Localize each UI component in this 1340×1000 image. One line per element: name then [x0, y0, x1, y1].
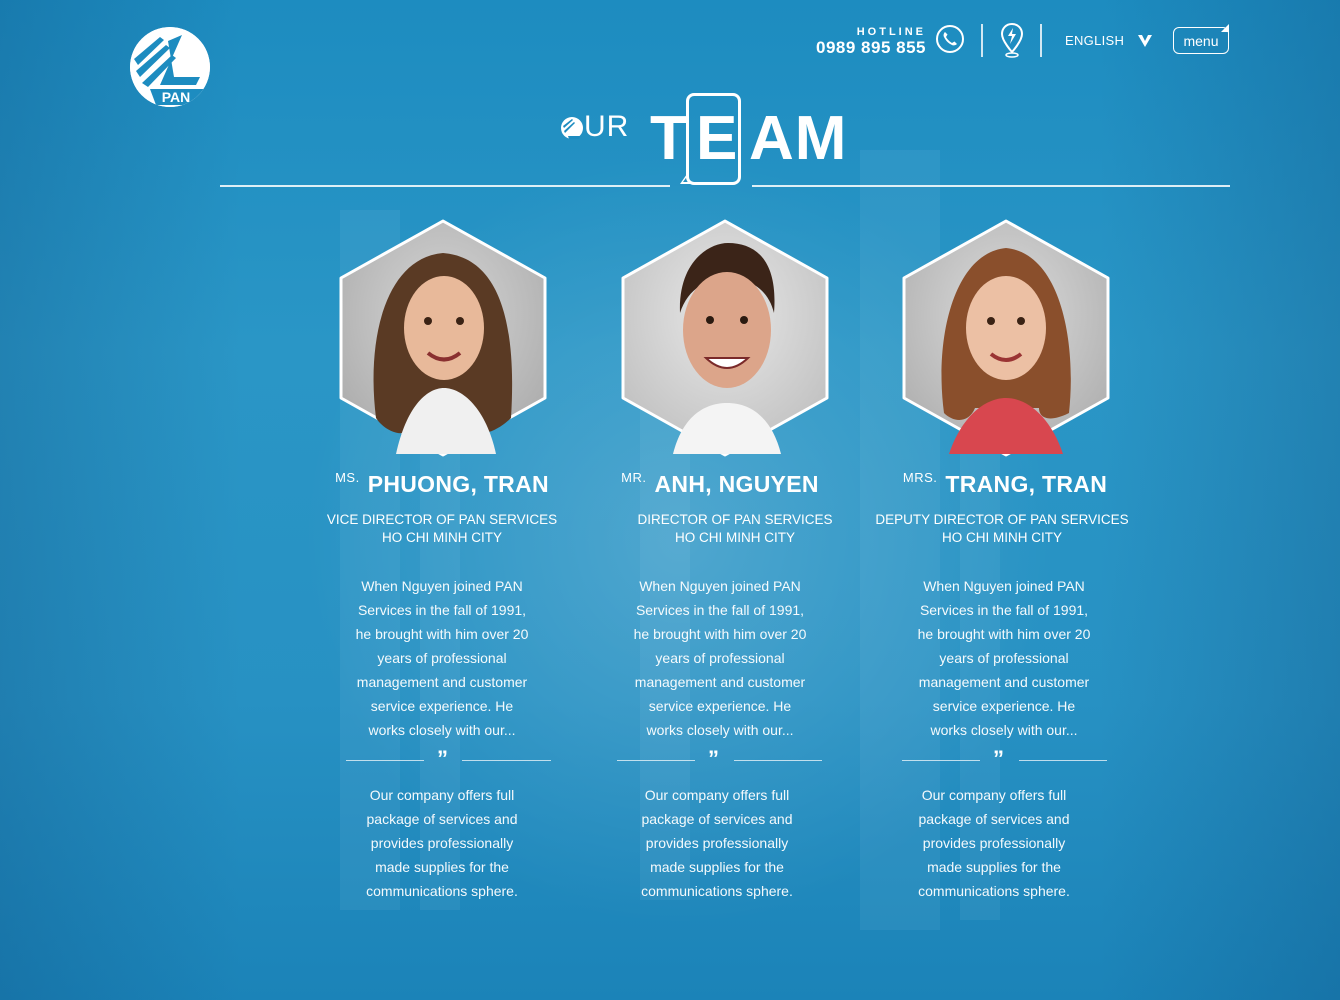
- member-role-title: DEPUTY DIRECTOR OF PAN SERVICES: [875, 512, 1129, 527]
- mini-logo-icon: [680, 174, 692, 184]
- menu-button[interactable]: menu: [1173, 24, 1229, 54]
- title-team-t: T: [650, 104, 688, 173]
- menu-label: menu: [1183, 32, 1219, 49]
- member-photo: [899, 218, 1113, 458]
- quote-divider: ”: [852, 746, 1152, 771]
- quote-rule: [902, 760, 980, 761]
- header-divider: [981, 24, 983, 57]
- quote-mark-icon: ”: [708, 746, 719, 771]
- quote-rule: [617, 760, 695, 761]
- chevron-down-icon: [1138, 34, 1153, 47]
- title-rule-right: [752, 185, 1230, 187]
- quote-divider: ”: [570, 746, 870, 771]
- svg-text:PAN: PAN: [162, 89, 191, 105]
- member-prefix: MS.: [335, 470, 360, 485]
- quote-rule: [1019, 760, 1107, 761]
- member-name-row: MR. ANH, NGUYEN: [570, 470, 870, 498]
- title-team-am: AM: [749, 104, 848, 173]
- quote-rule: [462, 760, 551, 761]
- member-prefix: MR.: [621, 470, 647, 485]
- member-name: TRANG, TRAN: [945, 471, 1108, 497]
- member-role: DEPUTY DIRECTOR OF PAN SERVICES HO CHI M…: [852, 511, 1152, 547]
- member-bio: When Nguyen joined PAN Services in the f…: [633, 578, 807, 738]
- member-role-city: HO CHI MINH CITY: [942, 530, 1062, 545]
- quote-mark-icon: ”: [993, 746, 1004, 771]
- pan-logo[interactable]: PAN: [130, 27, 210, 107]
- section-title: UR T E AM: [558, 92, 858, 192]
- header-divider: [1040, 24, 1042, 57]
- phone-icon[interactable]: [935, 24, 965, 54]
- hotline-number[interactable]: 0989 895 855: [816, 38, 926, 58]
- member-prefix: MRS.: [902, 470, 938, 485]
- language-selector[interactable]: ENGLISH: [1065, 33, 1153, 48]
- member-role-city: HO CHI MINH CITY: [675, 530, 795, 545]
- member-name: PHUONG, TRAN: [367, 471, 549, 497]
- member-role-title: DIRECTOR OF PAN SERVICES: [637, 512, 833, 527]
- member-quote: Our company offers full package of servi…: [918, 787, 1070, 899]
- member-quote: Our company offers full package of servi…: [366, 787, 518, 899]
- map-pin-icon[interactable]: [1000, 22, 1024, 58]
- member-name-row: MS. PHUONG, TRAN: [292, 470, 592, 498]
- member-photo: [618, 218, 832, 458]
- quote-divider: ”: [292, 746, 592, 771]
- member-role: DIRECTOR OF PAN SERVICES HO CHI MINH CIT…: [585, 511, 885, 547]
- pan-logo-mark-icon: PAN: [130, 27, 210, 107]
- menu-corner-icon: [1221, 24, 1229, 32]
- member-role-title: VICE DIRECTOR OF PAN SERVICES: [326, 512, 558, 527]
- member-role: VICE DIRECTOR OF PAN SERVICES HO CHI MIN…: [292, 511, 592, 547]
- title-rule-left: [220, 185, 670, 187]
- member-name: ANH, NGUYEN: [654, 471, 819, 497]
- member-bio: When Nguyen joined PAN Services in the f…: [355, 578, 529, 738]
- member-photo: [336, 218, 550, 458]
- our-o-logo-icon: [561, 117, 583, 139]
- quote-rule: [346, 760, 424, 761]
- member-name-row: MRS. TRANG, TRAN: [855, 470, 1155, 498]
- language-label: ENGLISH: [1065, 33, 1125, 48]
- title-team-e: E: [696, 104, 738, 173]
- member-quote: Our company offers full package of servi…: [641, 787, 793, 899]
- quote-rule: [734, 760, 822, 761]
- member-bio: When Nguyen joined PAN Services in the f…: [917, 578, 1091, 738]
- member-role-city: HO CHI MINH CITY: [382, 530, 502, 545]
- quote-mark-icon: ”: [437, 746, 448, 771]
- title-our: UR: [584, 110, 630, 143]
- hotline-label: HOTLINE: [856, 26, 926, 38]
- hotline[interactable]: HOTLINE 0989 895 855: [816, 26, 926, 58]
